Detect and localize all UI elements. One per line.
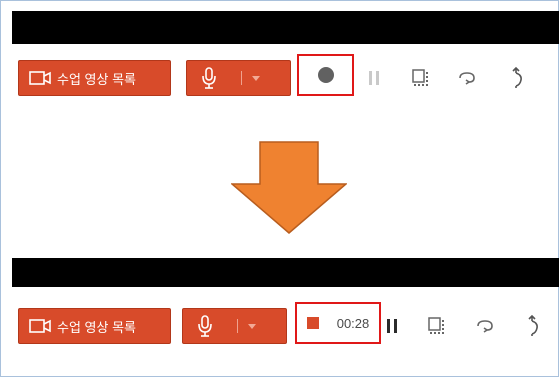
microphone-button[interactable] <box>186 60 291 96</box>
microphone-button[interactable] <box>182 308 287 344</box>
microphone-icon <box>183 314 227 338</box>
down-arrow-icon <box>229 141 349 239</box>
toolbar-after: 수업 영상 목록 00:28 <box>12 302 559 352</box>
caret-down-icon[interactable] <box>248 323 256 329</box>
screen-capture-icon[interactable] <box>426 315 448 337</box>
pointer-icon[interactable] <box>506 65 528 91</box>
video-list-button[interactable]: 수업 영상 목록 <box>18 60 171 96</box>
video-camera-icon <box>29 71 51 85</box>
video-camera-icon <box>29 319 51 333</box>
button-separator <box>237 319 238 333</box>
caret-down-icon[interactable] <box>252 75 260 81</box>
video-list-label: 수업 영상 목록 <box>57 71 136 87</box>
undo-icon[interactable] <box>474 315 496 337</box>
screen-capture-icon[interactable] <box>410 67 432 89</box>
record-dot-icon[interactable] <box>317 67 334 83</box>
bottom-black-bar <box>12 258 559 287</box>
video-list-button[interactable]: 수업 영상 목록 <box>18 308 171 344</box>
undo-icon[interactable] <box>456 67 478 89</box>
top-black-bar <box>12 11 559 44</box>
pointer-icon[interactable] <box>522 313 544 339</box>
button-separator <box>241 71 242 85</box>
recording-timer: 00:28 <box>336 315 370 331</box>
recording-highlight-box: 00:28 <box>295 302 381 344</box>
microphone-icon <box>187 66 231 90</box>
stop-square-icon[interactable] <box>306 317 319 329</box>
video-list-label: 수업 영상 목록 <box>57 319 136 335</box>
toolbar-before: 수업 영상 목록 <box>12 54 559 104</box>
pause-icon[interactable] <box>364 68 384 88</box>
pause-icon[interactable] <box>382 316 402 336</box>
record-highlight-box <box>297 54 354 96</box>
